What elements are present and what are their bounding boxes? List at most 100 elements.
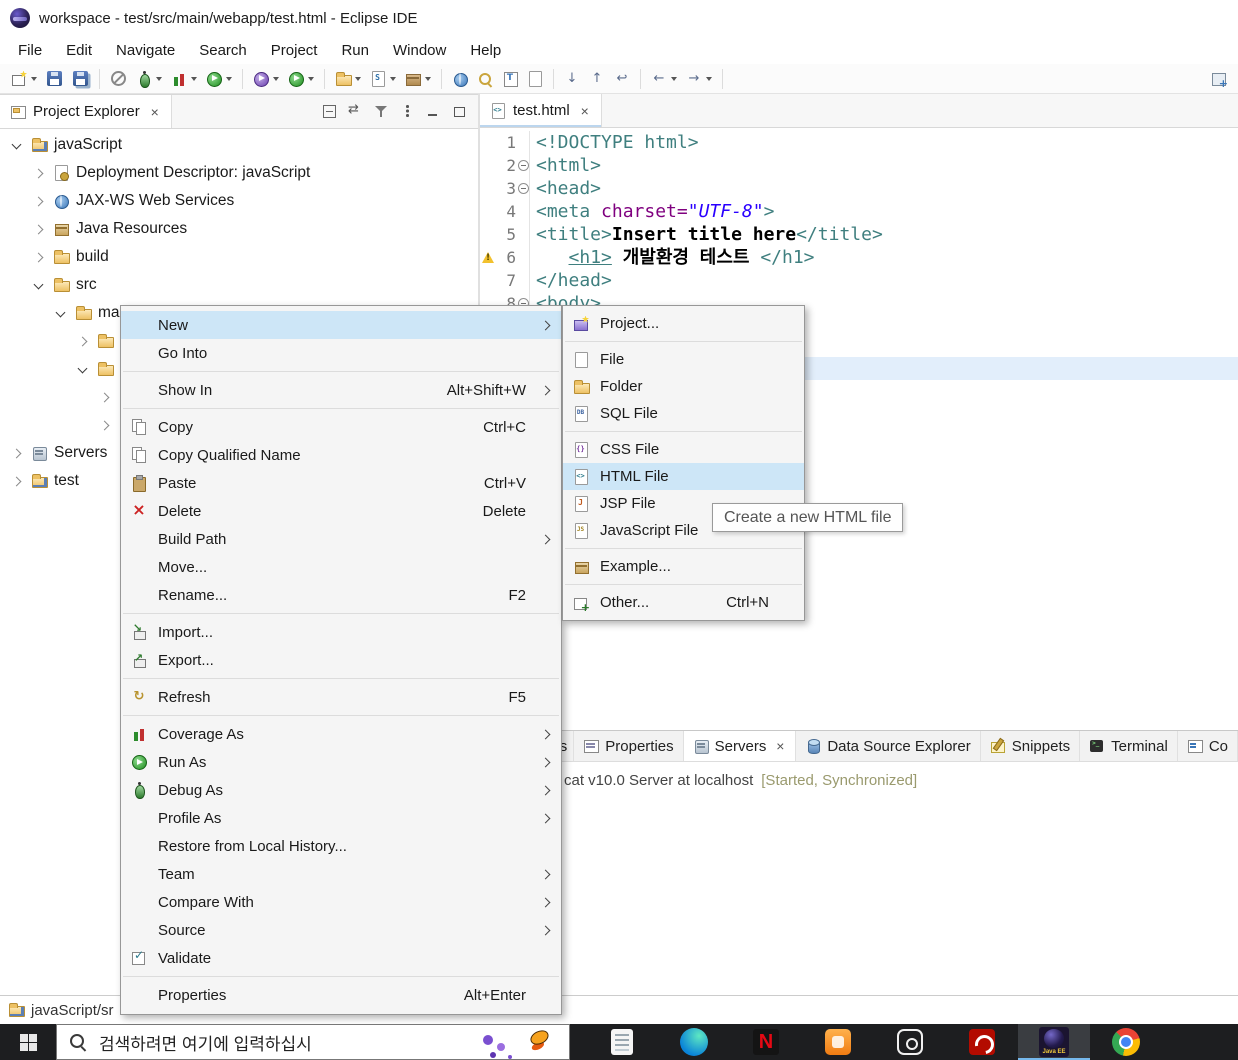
taskbar-search-box[interactable]: 검색하려면 여기에 입력하십시 [56,1024,570,1060]
menu-item-example[interactable]: Example... [563,553,804,580]
menu-item-html-file[interactable]: HTML File [563,463,804,490]
menu-item-team[interactable]: Team [121,860,561,888]
menu-help[interactable]: Help [458,39,513,62]
expand-icon[interactable] [98,390,112,404]
taskbar-app-orange-app[interactable] [802,1024,874,1060]
dropdown-arrow-icon[interactable] [31,76,37,81]
menu-item-compare-with[interactable]: Compare With [121,888,561,916]
taskbar-app-netflix[interactable] [730,1024,802,1060]
expand-icon[interactable] [10,138,24,152]
dropdown-arrow-icon[interactable] [671,76,677,81]
fold-collapse-icon[interactable] [518,183,529,194]
back-button[interactable] [648,67,680,91]
tree-item-deployment-descriptor-javascript[interactable]: Deployment Descriptor: javaScript [0,159,478,187]
tab-properties[interactable]: Properties [574,731,684,761]
tab-servers[interactable]: Servers [683,731,797,761]
menu-navigate[interactable]: Navigate [104,39,187,62]
expand-icon[interactable] [32,250,46,264]
save-all-button[interactable] [69,67,92,91]
close-icon[interactable] [774,738,786,754]
code-text[interactable]: <meta charset="UTF-8"> [532,200,774,223]
open-web-browser-button[interactable] [449,67,471,91]
menu-item-go-into[interactable]: Go Into [121,339,561,367]
taskbar-app-acrobat[interactable] [946,1024,1018,1060]
forward-button[interactable] [683,67,715,91]
collapse-all-icon[interactable] [323,105,336,118]
taskbar-app-chrome[interactable] [1090,1024,1162,1060]
close-icon[interactable] [149,104,161,120]
new-web-project-button[interactable] [332,67,364,91]
menu-search[interactable]: Search [187,39,259,62]
dropdown-arrow-icon[interactable] [273,76,279,81]
dropdown-arrow-icon[interactable] [191,76,197,81]
prev-annotation-button[interactable] [586,67,608,91]
menu-item-properties[interactable]: Properties Alt+Enter [121,981,561,1009]
menu-item-rename[interactable]: Rename... F2 [121,581,561,609]
tree-item-jax-ws-web-services[interactable]: JAX-WS Web Services [0,187,478,215]
menu-item-project[interactable]: Project... [563,310,804,337]
taskbar-app-eclipse-ide[interactable] [1018,1024,1090,1060]
menu-item-new[interactable]: New [121,311,561,339]
menu-run[interactable]: Run [329,39,381,62]
external-tools-button[interactable] [285,67,317,91]
expand-icon[interactable] [32,166,46,180]
save-button[interactable] [43,67,66,91]
link-with-editor-icon[interactable] [348,103,362,118]
dropdown-arrow-icon[interactable] [390,76,396,81]
menu-item-run-as[interactable]: Run As [121,748,561,776]
code-text[interactable]: <head> [532,177,601,200]
profile-button[interactable] [250,67,282,91]
dropdown-arrow-icon[interactable] [355,76,361,81]
expand-icon[interactable] [32,278,46,292]
tree-item-javascript[interactable]: javaScript [0,131,478,159]
menu-item-delete[interactable]: Delete Delete [121,497,561,525]
menu-edit[interactable]: Edit [54,39,104,62]
dropdown-arrow-icon[interactable] [706,76,712,81]
tab-terminal[interactable]: Terminal [1080,731,1178,761]
menu-item-restore-from-local-history[interactable]: Restore from Local History... [121,832,561,860]
expand-icon[interactable] [76,362,90,376]
menu-project[interactable]: Project [259,39,330,62]
expand-icon[interactable] [32,222,46,236]
menu-item-show-in[interactable]: Show In Alt+Shift+W [121,376,561,404]
new-wizard-button[interactable] [8,67,40,91]
menu-item-validate[interactable]: Validate [121,944,561,972]
taskbar-app-edge[interactable] [658,1024,730,1060]
dropdown-arrow-icon[interactable] [425,76,431,81]
tab-snippets[interactable]: Snippets [981,731,1081,761]
tree-item-java-resources[interactable]: Java Resources [0,215,478,243]
expand-icon[interactable] [54,306,68,320]
menu-item-debug-as[interactable]: Debug As [121,776,561,804]
open-type-button[interactable] [499,67,521,91]
server-entry[interactable]: cat v10.0 Server at localhost [Started, … [540,772,1238,789]
menu-item-refresh[interactable]: Refresh F5 [121,683,561,711]
menu-window[interactable]: Window [381,39,458,62]
menu-item-source[interactable]: Source [121,916,561,944]
menu-item-profile-as[interactable]: Profile As [121,804,561,832]
view-menu-icon[interactable] [401,105,414,118]
coverage-button[interactable] [168,67,200,91]
menu-file[interactable]: File [6,39,54,62]
fold-collapse-icon[interactable] [518,160,529,171]
project-explorer-tab[interactable]: Project Explorer [0,95,172,128]
expand-icon[interactable] [32,194,46,208]
code-text[interactable]: <title>Insert title here</title> [532,223,883,246]
new-package-button[interactable] [402,67,434,91]
menu-item-build-path[interactable]: Build Path [121,525,561,553]
editor-tab-test-html[interactable]: test.html [480,94,602,127]
expand-icon[interactable] [10,446,24,460]
menu-item-coverage-as[interactable]: Coverage As [121,720,561,748]
dropdown-arrow-icon[interactable] [226,76,232,81]
expand-icon[interactable] [10,474,24,488]
last-edit-location-button[interactable] [611,67,633,91]
dropdown-arrow-icon[interactable] [156,76,162,81]
close-icon[interactable] [579,103,591,119]
skip-breakpoints-button[interactable] [107,67,130,91]
run-button[interactable] [203,67,235,91]
open-resource-button[interactable] [524,67,546,91]
menu-item-copy[interactable]: Copy Ctrl+C [121,413,561,441]
menu-item-other[interactable]: Other... Ctrl+N [563,589,804,616]
menu-item-folder[interactable]: Folder [563,373,804,400]
code-text[interactable]: <html> [532,154,601,177]
tab-data-source-explorer[interactable]: Data Source Explorer [796,731,981,761]
